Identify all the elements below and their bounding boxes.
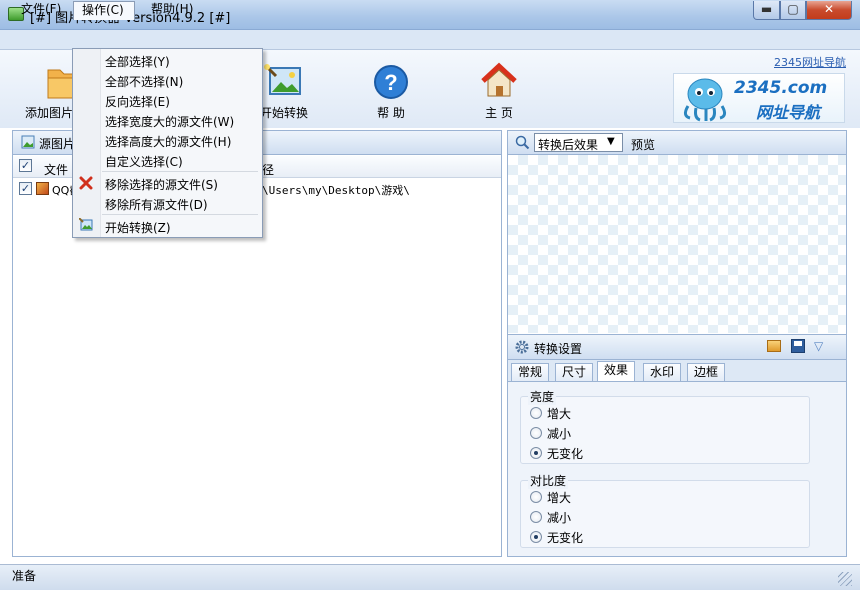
- tab-border[interactable]: 边框: [687, 363, 726, 381]
- contrast-none-radio[interactable]: [530, 531, 542, 543]
- red-x-icon: [79, 176, 93, 190]
- menu-item-select-wider[interactable]: 选择宽度大的源文件(W): [105, 113, 234, 130]
- tab-effects[interactable]: 效果: [597, 361, 636, 382]
- help-icon: ?: [374, 65, 408, 99]
- settings-title: 转换设置: [534, 342, 583, 356]
- octopus-icon: [683, 78, 727, 122]
- brightness-none-label[interactable]: 无变化: [547, 445, 583, 462]
- menu-file[interactable]: 文件(F): [13, 1, 69, 19]
- contrast-increase-label[interactable]: 增大: [547, 489, 571, 506]
- help-label: 帮 助: [377, 106, 405, 120]
- image-icon: [21, 135, 35, 149]
- menu-separator: [102, 171, 258, 172]
- tab-general[interactable]: 常规: [511, 363, 550, 381]
- menu-help[interactable]: 帮助(H): [143, 1, 201, 19]
- menu-item-select-all[interactable]: 全部选择(Y): [105, 53, 170, 70]
- chevron-down-icon: ▼: [607, 136, 615, 147]
- brightness-label: 亮度: [528, 388, 557, 405]
- menu-separator: [102, 214, 258, 215]
- close-button[interactable]: ✕: [806, 1, 852, 20]
- source-images-title: 源图片: [39, 137, 76, 151]
- contrast-none-label[interactable]: 无变化: [547, 529, 583, 546]
- open-folder-icon[interactable]: [767, 340, 781, 352]
- contrast-decrease-label[interactable]: 减小: [547, 509, 571, 526]
- contrast-decrease-radio[interactable]: [530, 511, 542, 523]
- maximize-button[interactable]: ▢: [780, 1, 806, 20]
- preview-mode-select[interactable]: 转换后效果 ▼: [534, 133, 623, 152]
- menu-operate[interactable]: 操作(C): [73, 1, 135, 20]
- convert-icon: [79, 218, 93, 231]
- svg-text:?: ?: [384, 70, 397, 95]
- ad-slogan: 网址导航: [756, 103, 821, 122]
- menu-gutter: [73, 49, 101, 237]
- tab-watermark[interactable]: 水印: [643, 363, 682, 381]
- brightness-decrease-label[interactable]: 减小: [547, 425, 571, 442]
- select-all-checkbox[interactable]: ✓: [19, 159, 32, 172]
- menu-item-select-none[interactable]: 全部不选择(N): [105, 73, 183, 90]
- save-icon[interactable]: [791, 339, 805, 353]
- minimize-button[interactable]: ▬: [753, 1, 780, 20]
- status-bar: [0, 564, 860, 590]
- brightness-decrease-radio[interactable]: [530, 427, 542, 439]
- brightness-none-radio[interactable]: [530, 447, 542, 459]
- menu-item-custom-select[interactable]: 自定义选择(C): [105, 153, 183, 170]
- menu-item-remove-selected[interactable]: 移除选择的源文件(S): [105, 176, 218, 193]
- home-icon: [481, 62, 517, 97]
- resize-grip[interactable]: [838, 572, 852, 586]
- file-icon: [36, 182, 49, 195]
- menu-item-select-taller[interactable]: 选择高度大的源文件(H): [105, 133, 231, 150]
- menu-item-start-convert[interactable]: 开始转换(Z): [105, 219, 171, 236]
- column-path[interactable]: 径: [262, 161, 274, 178]
- column-file[interactable]: 文件: [44, 161, 68, 178]
- file-path: \Users\my\Desktop\游戏\: [262, 184, 410, 197]
- home-label: 主 页: [485, 106, 513, 120]
- tab-size[interactable]: 尺寸: [555, 363, 594, 381]
- collapse-icon[interactable]: ▽: [814, 339, 823, 353]
- row-checkbox[interactable]: ✓: [19, 182, 32, 195]
- preview-canvas: [508, 155, 846, 333]
- gear-icon: [515, 340, 529, 354]
- contrast-label: 对比度: [528, 472, 569, 489]
- menu-bar: [0, 30, 860, 50]
- brightness-increase-label[interactable]: 增大: [547, 405, 571, 422]
- magic-picture-icon: [264, 64, 301, 95]
- magnifier-icon: [515, 135, 530, 150]
- menu-item-remove-all[interactable]: 移除所有源文件(D): [105, 196, 208, 213]
- preview-label: 预览: [631, 138, 656, 152]
- preview-mode-value: 转换后效果: [538, 138, 599, 152]
- ad-banner[interactable]: 2345.com 网址导航: [673, 73, 845, 123]
- ad-link[interactable]: 2345网址导航: [774, 54, 846, 70]
- brightness-increase-radio[interactable]: [530, 407, 542, 419]
- menu-item-invert-selection[interactable]: 反向选择(E): [105, 93, 170, 110]
- status-text: 准备: [12, 569, 37, 583]
- contrast-increase-radio[interactable]: [530, 491, 542, 503]
- ad-logo-text: 2345.com: [734, 78, 828, 98]
